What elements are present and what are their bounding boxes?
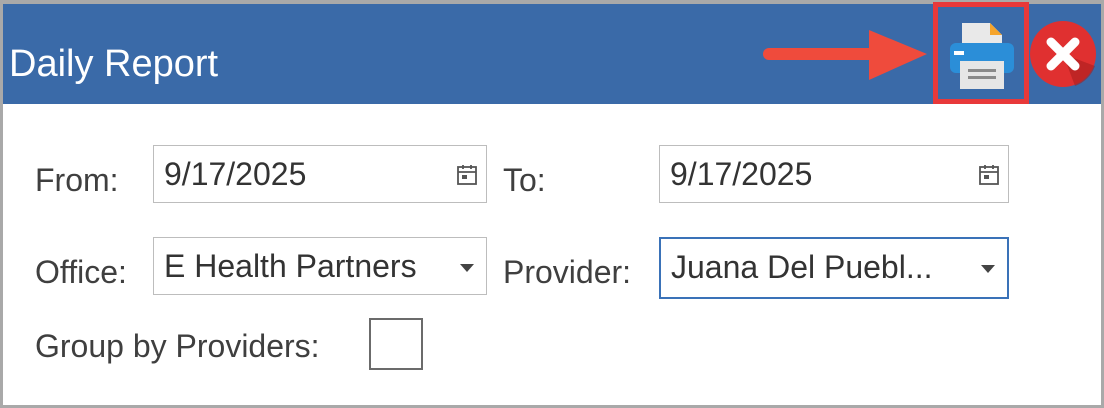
- calendar-icon[interactable]: [456, 164, 478, 186]
- from-date-field[interactable]: 9/17/2025: [153, 145, 487, 203]
- to-label: To:: [503, 162, 546, 198]
- chevron-down-icon: [981, 265, 995, 273]
- provider-value: Juana Del Puebl...: [671, 249, 933, 285]
- from-date-value: 9/17/2025: [164, 156, 307, 192]
- printer-icon: [950, 23, 1014, 89]
- title-bar: Daily Report: [3, 2, 1101, 104]
- provider-select[interactable]: Juana Del Puebl...: [659, 237, 1009, 299]
- group-by-providers-checkbox[interactable]: [369, 318, 423, 370]
- daily-report-window: Daily Report From: 9/17/2025 To: 9/17/20…: [0, 0, 1104, 408]
- provider-label: Provider:: [503, 254, 632, 290]
- group-by-providers-label: Group by Providers:: [35, 328, 320, 364]
- to-date-field[interactable]: 9/17/2025: [659, 145, 1009, 203]
- to-date-value: 9/17/2025: [670, 156, 813, 192]
- close-icon: [1030, 21, 1096, 87]
- chevron-down-icon: [460, 264, 474, 272]
- from-label: From:: [35, 162, 119, 198]
- window-title: Daily Report: [9, 43, 219, 85]
- office-select[interactable]: E Health Partners: [153, 237, 487, 295]
- office-value: E Health Partners: [164, 248, 417, 284]
- print-button[interactable]: [933, 2, 1029, 104]
- annotation-arrow-icon: [763, 30, 927, 80]
- office-label: Office:: [35, 254, 127, 290]
- calendar-icon[interactable]: [978, 164, 1000, 186]
- close-button[interactable]: [1029, 20, 1097, 88]
